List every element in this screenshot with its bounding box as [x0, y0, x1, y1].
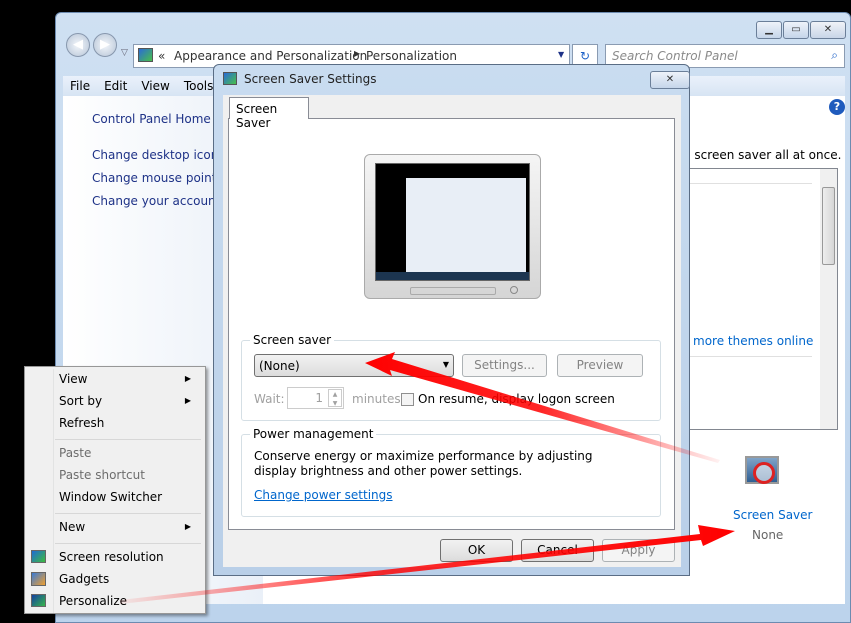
arrow-to-screen-saver-tile — [120, 525, 735, 604]
annotation-arrows — [120, 352, 735, 604]
tab-screen-saver[interactable]: Screen Saver — [229, 97, 309, 130]
arrow-to-screen-saver-select — [365, 352, 720, 463]
